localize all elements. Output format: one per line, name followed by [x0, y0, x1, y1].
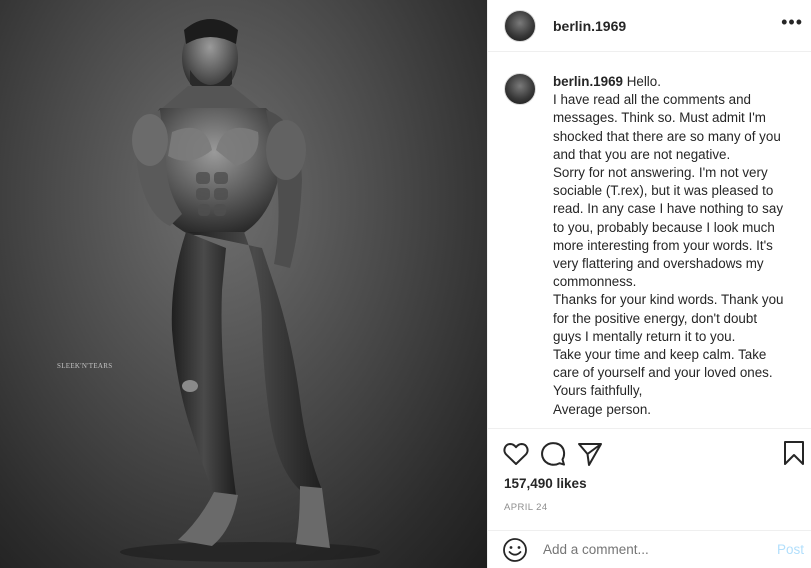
comment-input[interactable] — [543, 542, 743, 557]
post-comment-button[interactable]: Post — [777, 542, 804, 557]
caption-line: to you, probably because I look much — [553, 219, 775, 235]
action-bar — [488, 429, 811, 479]
paper-plane-icon — [578, 443, 602, 466]
caption-line: more interesting from your words. It's — [553, 237, 773, 253]
bookmark-icon — [784, 441, 804, 465]
post-header: berlin.1969 ••• — [488, 0, 811, 52]
caption-line: I have read all the comments and — [553, 92, 751, 108]
heart-icon — [503, 443, 529, 465]
caption-line: and that you are not negative. — [553, 146, 731, 162]
caption-line: Average person. — [553, 401, 652, 417]
emoji-icon[interactable] — [502, 537, 528, 563]
caption-author-username[interactable]: berlin.1969 — [553, 74, 623, 89]
share-button[interactable] — [576, 440, 604, 468]
post-photo[interactable]: SLEEK'N'TEARS — [0, 0, 487, 568]
caption-line: berlin.1969 Hello. — [553, 73, 793, 91]
caption-line: Take your time and keep calm. Take — [553, 347, 767, 363]
post-date[interactable]: APRIL 24 — [504, 502, 548, 513]
caption-line: guys I mentally return it to you. — [553, 328, 736, 344]
author-avatar[interactable] — [504, 9, 536, 42]
comment-composer: Post — [488, 530, 811, 568]
caption-line: messages. Think so. Must admit I'm — [553, 110, 766, 126]
caption-line: Thanks for your kind words. Thank you — [553, 292, 784, 308]
caption-line: for the positive energy, don't doubt — [553, 310, 758, 326]
caption-line: Sorry for not answering. I'm not very — [553, 165, 768, 181]
comment-icon — [541, 442, 566, 466]
caption-line: shocked that there are so many of you — [553, 128, 781, 144]
caption-author-avatar[interactable] — [504, 73, 536, 105]
photo-watermark: SLEEK'N'TEARS — [57, 362, 113, 370]
caption-line: care of yourself and your loved ones. — [553, 365, 773, 381]
caption-line-text: Hello. — [626, 74, 661, 89]
caption-line: commonness. — [553, 274, 637, 290]
like-button[interactable] — [502, 440, 530, 468]
author-username[interactable]: berlin.1969 — [553, 18, 626, 34]
caption-line: Yours faithfully, — [553, 383, 643, 399]
save-button[interactable] — [782, 440, 806, 471]
caption-text: berlin.1969 Hello. I have read all the c… — [553, 73, 793, 419]
photo-figure — [120, 19, 380, 562]
more-options-icon[interactable]: ••• — [781, 12, 803, 32]
post-actions-section: 157,490 likes APRIL 24 — [488, 428, 811, 513]
likes-count[interactable]: 157,490 likes — [504, 476, 587, 491]
post-details-panel: berlin.1969 ••• berlin.1969 Hello. I hav… — [487, 0, 811, 568]
caption-line: very flattering and overshadows my — [553, 256, 764, 272]
caption-line: read. In any case I have nothing to say — [553, 201, 784, 217]
comment-button[interactable] — [539, 440, 567, 468]
post-caption: berlin.1969 Hello. I have read all the c… — [504, 73, 808, 419]
caption-line: sociable (T.rex), but it was pleased to — [553, 183, 774, 199]
